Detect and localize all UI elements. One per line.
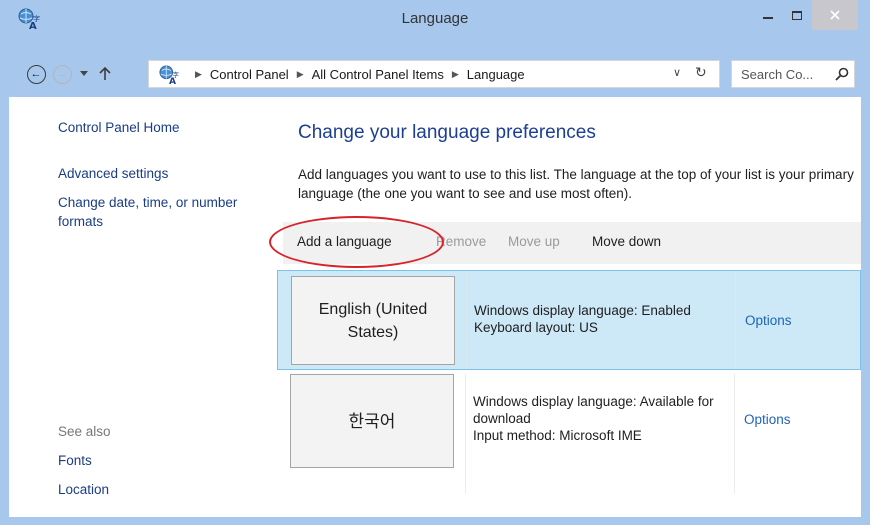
breadcrumb-control-panel[interactable]: Control Panel [210, 67, 289, 82]
up-button[interactable] [97, 60, 113, 88]
see-also-label: See also [58, 424, 111, 439]
svg-text:字: 字 [173, 70, 179, 79]
magnifier-icon[interactable] [835, 67, 849, 81]
annotation-highlight-ring [269, 216, 444, 268]
address-bar[interactable]: A 字 ▶ Control Panel ▶ All Control Panel … [148, 60, 720, 88]
language-row-english[interactable]: English (United States) Windows display … [277, 270, 861, 370]
breadcrumb-language[interactable]: Language [467, 67, 525, 82]
location-link[interactable]: Location [58, 480, 109, 499]
language-globe-icon: A 字 [159, 65, 179, 85]
breadcrumb-separator-icon[interactable]: ▶ [195, 69, 202, 80]
move-up-button[interactable]: Move up [508, 234, 560, 249]
title-bar: A 字 Language [0, 0, 870, 38]
change-date-formats-link[interactable]: Change date, time, or number formats [58, 193, 273, 231]
display-language-status: Windows display language: Available for … [473, 394, 714, 426]
breadcrumb-all-items[interactable]: All Control Panel Items [312, 67, 444, 82]
recent-locations-button[interactable] [77, 60, 91, 88]
minimize-icon [763, 17, 773, 19]
fonts-link[interactable]: Fonts [58, 451, 92, 470]
language-info: Windows display language: Available for … [473, 393, 729, 444]
options-link-korean[interactable]: Options [744, 412, 791, 427]
language-info: Windows display language: Enabled Keyboa… [474, 302, 691, 336]
forward-arrow-icon: → [52, 64, 72, 84]
keyboard-layout-status: Keyboard layout: US [474, 320, 598, 335]
chevron-down-icon[interactable]: ∨ [673, 66, 681, 79]
recent-locations-chevron-icon [80, 71, 88, 76]
up-arrow-icon [99, 67, 111, 80]
move-down-button[interactable]: Move down [592, 234, 661, 249]
language-name-tile[interactable]: 한국어 [290, 374, 454, 468]
breadcrumb: ▶ Control Panel ▶ All Control Panel Item… [187, 61, 525, 87]
search-input[interactable]: Search Co... [731, 60, 855, 88]
content-pane: Control Panel Home Advanced settings Cha… [9, 97, 861, 517]
refresh-icon[interactable]: ↻ [695, 64, 707, 81]
row-divider [734, 374, 735, 494]
close-button[interactable] [812, 0, 858, 30]
language-name-tile[interactable]: English (United States) [291, 276, 455, 365]
back-arrow-icon: ← [26, 64, 46, 84]
options-link-english[interactable]: Options [745, 313, 792, 328]
page-title: Change your language preferences [298, 122, 596, 143]
back-button[interactable]: ← [25, 60, 47, 88]
breadcrumb-separator-icon[interactable]: ▶ [297, 69, 304, 80]
display-language-status: Windows display language: Enabled [474, 303, 691, 318]
forward-button[interactable]: → [51, 60, 73, 88]
page-description: Add languages you want to use to this li… [298, 167, 854, 201]
minimize-button[interactable] [754, 0, 782, 30]
window-title: Language [401, 10, 469, 27]
maximize-button[interactable] [782, 0, 812, 30]
maximize-icon [792, 10, 802, 20]
advanced-settings-link[interactable]: Advanced settings [58, 164, 168, 183]
row-divider [465, 374, 466, 494]
search-placeholder: Search Co... [741, 67, 814, 82]
row-divider [466, 271, 467, 369]
row-divider [735, 271, 736, 369]
breadcrumb-separator-icon[interactable]: ▶ [452, 69, 459, 80]
language-row-korean[interactable]: 한국어 Windows display language: Available … [277, 374, 861, 494]
control-panel-home-link[interactable]: Control Panel Home [58, 118, 180, 137]
input-method-status: Input method: Microsoft IME [473, 428, 642, 443]
close-icon [830, 10, 840, 20]
